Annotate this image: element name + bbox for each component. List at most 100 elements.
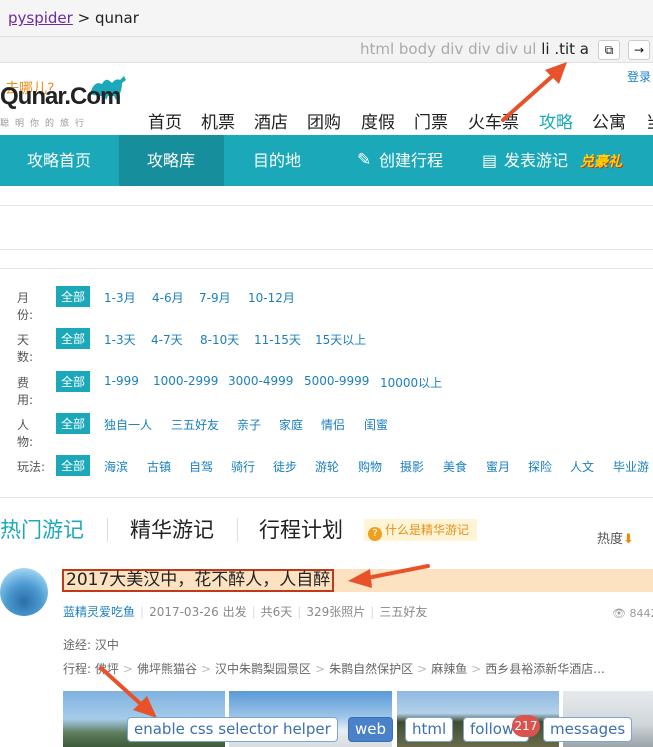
filter-label: 天数: xyxy=(17,333,34,364)
filter-option[interactable]: 闺蜜 xyxy=(364,416,388,433)
subnav-create-trip[interactable]: 创建行程 xyxy=(379,135,443,186)
filter-option[interactable]: 全部 xyxy=(56,371,91,392)
selector-path-li[interactable]: li xyxy=(541,40,549,58)
filter-option[interactable]: 购物 xyxy=(358,458,382,475)
filter-option[interactable]: 游轮 xyxy=(315,458,339,475)
filter-option[interactable]: 10000以上 xyxy=(380,374,442,391)
selector-path-tail[interactable]: .tit a xyxy=(554,40,589,58)
filter-option[interactable]: 15天以上 xyxy=(315,331,366,348)
filter-option[interactable]: 毕业游 xyxy=(613,458,649,475)
filter-option[interactable]: 自驾 xyxy=(189,458,213,475)
route-label: 行程: xyxy=(63,662,92,676)
filter-option[interactable]: 徒步 xyxy=(273,458,297,475)
filter-option[interactable]: 美食 xyxy=(443,458,467,475)
sort-label: 热度 xyxy=(597,532,624,547)
subnav-guide-library[interactable]: 攻略库 xyxy=(119,135,224,186)
filter-option[interactable]: 情侣 xyxy=(321,416,345,433)
post-via: 途经: 汉中 xyxy=(63,636,119,653)
post-title-link[interactable]: 2017大美汉中，花不醉人，人自醉 xyxy=(62,569,335,592)
css-selector-helper-button[interactable]: enable css selector helper xyxy=(127,717,338,742)
subnav-publish-note[interactable]: 发表游记 xyxy=(504,135,568,186)
logo-slogan: 聪明你的旅行 xyxy=(0,119,91,129)
sort-by-heat[interactable]: 热度⬇ xyxy=(597,528,634,547)
filter-label: 月份: xyxy=(17,291,34,322)
arrow-right-icon[interactable]: → xyxy=(628,40,650,60)
post-company: 三五好友 xyxy=(379,605,428,619)
divider xyxy=(0,268,653,269)
filter-option[interactable]: 全部 xyxy=(56,286,91,307)
filter-option[interactable]: 3000-4999 xyxy=(228,374,293,388)
filter-option[interactable]: 蜜月 xyxy=(486,458,510,475)
post-views: 👁 8442 xyxy=(612,607,653,620)
html-tab-button[interactable]: html xyxy=(405,717,454,742)
nav-item-local[interactable]: 当 xyxy=(646,108,653,133)
filter-option[interactable]: 4-7天 xyxy=(151,331,183,348)
messages-button[interactable]: messages xyxy=(543,717,633,742)
edit-icon: ✎ xyxy=(357,150,372,170)
nav-item-apartments[interactable]: 公寓 xyxy=(592,108,626,133)
via-value: 汉中 xyxy=(94,638,119,652)
tab-featured-notes[interactable]: 精华游记 xyxy=(130,514,214,544)
route-stop: 汉中朱鹮梨园景区 xyxy=(215,662,312,676)
login-link[interactable]: 登录 xyxy=(627,68,651,85)
filter-option[interactable]: 7-9月 xyxy=(199,289,231,306)
filter-option[interactable]: 10-12月 xyxy=(248,289,295,306)
annotation-arrow xyxy=(99,666,157,718)
web-tab-button[interactable]: web xyxy=(348,717,394,742)
filter-option[interactable]: 11-15天 xyxy=(254,331,301,348)
filter-option[interactable]: 探险 xyxy=(528,458,552,475)
filter-option[interactable]: 全部 xyxy=(56,328,91,349)
filter-option[interactable]: 古镇 xyxy=(147,458,171,475)
filter-label: 费用: xyxy=(17,376,34,407)
tab-divider xyxy=(107,518,108,542)
filter-option[interactable]: 1-999 xyxy=(104,374,139,388)
filter-option[interactable]: 全部 xyxy=(56,455,91,476)
post-photos: 329张照片 xyxy=(306,605,366,619)
logo[interactable]: Qunar.Com xyxy=(0,83,121,111)
filter-option[interactable]: 人文 xyxy=(570,458,594,475)
breadcrumb-current: qunar xyxy=(94,9,139,27)
nav-item-flights[interactable]: 机票 xyxy=(201,108,235,133)
annotation-arrow xyxy=(501,62,567,122)
nav-item-tickets[interactable]: 门票 xyxy=(414,108,448,133)
filter-option[interactable]: 独自一人 xyxy=(104,416,152,433)
post-author[interactable]: 蓝精灵爱吃鱼 xyxy=(63,605,135,619)
question-icon: ? xyxy=(368,527,382,541)
route-stop: 朱鹮自然保护区 xyxy=(329,662,414,676)
filter-option[interactable]: 8-10天 xyxy=(200,331,239,348)
filter-option[interactable]: 家庭 xyxy=(279,416,303,433)
filter-option[interactable]: 三五好友 xyxy=(171,416,219,433)
post-days: 共6天 xyxy=(260,605,293,619)
breadcrumb-separator: > xyxy=(77,9,91,27)
tab-itineraries[interactable]: 行程计划 xyxy=(259,514,343,544)
featured-help-link[interactable]: ? 什么是精华游记 xyxy=(364,519,478,541)
subnav-guide-home[interactable]: 攻略首页 xyxy=(27,135,91,186)
filter-option[interactable]: 1-3天 xyxy=(104,331,136,348)
gift-badge[interactable]: 兑豪礼 xyxy=(580,151,622,171)
subnav-destinations[interactable]: 目的地 xyxy=(253,135,301,186)
filter-option[interactable]: 4-6月 xyxy=(152,289,184,306)
breadcrumb-link-pyspider[interactable]: pyspider xyxy=(8,9,73,27)
selector-path-muted[interactable]: html body div div div ul xyxy=(360,40,536,58)
nav-item-home[interactable]: 首页 xyxy=(148,108,182,133)
view-count: 8442 xyxy=(629,607,653,620)
filter-option[interactable]: 全部 xyxy=(56,413,91,434)
filter-option[interactable]: 海滨 xyxy=(104,458,128,475)
nav-item-hotels[interactable]: 酒店 xyxy=(254,108,288,133)
nav-item-vacation[interactable]: 度假 xyxy=(361,108,395,133)
filter-option[interactable]: 5000-9999 xyxy=(304,374,369,388)
avatar[interactable] xyxy=(0,568,48,616)
route-stop: 西乡县裕添新华酒店... xyxy=(485,662,605,676)
featured-help-label: 什么是精华游记 xyxy=(385,523,470,537)
follows-count-badge: 217 xyxy=(512,715,540,737)
tab-hot-notes[interactable]: 热门游记 xyxy=(0,514,84,544)
nav-item-groupbuy[interactable]: 团购 xyxy=(307,108,341,133)
filter-label: 玩法: xyxy=(17,460,46,474)
filter-option[interactable]: 亲子 xyxy=(237,416,261,433)
copy-icon[interactable]: ⧉ xyxy=(598,40,620,60)
filter-option[interactable]: 1-3月 xyxy=(104,289,136,306)
filter-option[interactable]: 摄影 xyxy=(400,458,424,475)
filter-option[interactable]: 骑行 xyxy=(231,458,255,475)
filter-option[interactable]: 1000-2999 xyxy=(153,374,218,388)
post-meta: 蓝精灵爱吃鱼 | 2017-03-26 出发 | 共6天 | 329张照片 | 三五好友 xyxy=(63,605,428,619)
